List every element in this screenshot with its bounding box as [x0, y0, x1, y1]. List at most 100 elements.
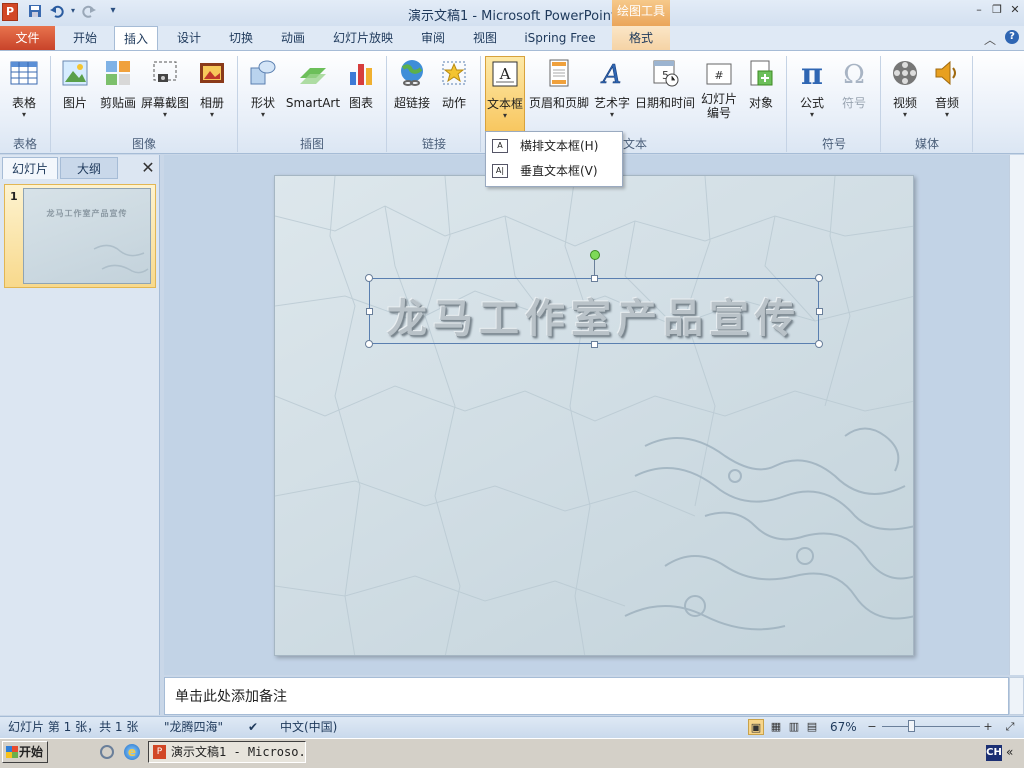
- normal-view-icon[interactable]: ▣: [748, 719, 764, 735]
- slide-thumbnail-title: 龙马工作室产品宣传: [46, 208, 128, 218]
- screenshot-button[interactable]: 屏幕截图 ▾: [140, 56, 190, 126]
- language-status[interactable]: 中文(中国): [280, 719, 337, 735]
- chart-button[interactable]: 图表: [344, 56, 378, 126]
- drawing-tools-context-label: 绘图工具: [612, 0, 670, 26]
- header-footer-button[interactable]: 页眉和页脚: [528, 56, 590, 126]
- symbol-button[interactable]: Ω 符号: [836, 56, 872, 126]
- tab-format[interactable]: 格式: [612, 26, 670, 50]
- notes-placeholder[interactable]: 单击此处添加备注: [175, 686, 287, 706]
- photo-album-icon: [200, 63, 224, 83]
- film-reel-icon: [893, 61, 917, 85]
- resize-handle-bottom-left[interactable]: [365, 340, 373, 348]
- video-button[interactable]: 视频 ▾: [886, 56, 924, 126]
- omega-icon: Ω: [843, 60, 865, 88]
- tab-animations[interactable]: 动画: [272, 26, 314, 50]
- equation-button[interactable]: π 公式 ▾: [794, 56, 830, 126]
- smartart-button[interactable]: SmartArt: [284, 56, 342, 126]
- close-button[interactable]: ✕: [1008, 4, 1022, 16]
- slide-thumbnail-number: 1: [10, 190, 18, 203]
- resize-handle-top-right[interactable]: [815, 274, 823, 282]
- menu-item-vertical-textbox[interactable]: A| 垂直文本框(V): [486, 159, 620, 183]
- tab-review[interactable]: 审阅: [412, 26, 454, 50]
- tab-outline[interactable]: 大纲: [60, 157, 118, 179]
- wordart-icon: A: [600, 60, 622, 88]
- vertical-textbox-icon: A|: [492, 164, 508, 178]
- svg-text:Ω: Ω: [843, 60, 865, 88]
- clipart-button[interactable]: 剪贴画: [96, 56, 140, 126]
- action-button[interactable]: 动作: [436, 56, 472, 126]
- chart-icon: [350, 64, 372, 85]
- slide-sorter-view-icon[interactable]: ▦: [768, 719, 784, 735]
- group-separator: [480, 56, 481, 152]
- vertical-scrollbar[interactable]: [1009, 155, 1024, 675]
- menu-item-horizontal-textbox[interactable]: A 横排文本框(H): [486, 134, 620, 158]
- zoom-in-button[interactable]: +: [980, 719, 996, 735]
- shapes-button[interactable]: 形状 ▾: [244, 56, 282, 126]
- tray-expand-icon[interactable]: «: [1006, 745, 1013, 759]
- tab-transitions[interactable]: 切换: [220, 26, 262, 50]
- powerpoint-taskbar-icon: P: [153, 745, 166, 759]
- spell-check-icon[interactable]: ✔: [248, 719, 258, 735]
- theme-name-status[interactable]: "龙腾四海": [164, 719, 223, 735]
- help-icon[interactable]: ?: [1005, 30, 1019, 44]
- rotation-handle[interactable]: [590, 250, 600, 260]
- tab-view[interactable]: 视图: [464, 26, 506, 50]
- datetime-button[interactable]: 5 日期和时间: [634, 56, 696, 126]
- group-label-media: 媒体: [914, 137, 939, 151]
- resize-handle-bottom[interactable]: [591, 341, 598, 348]
- textbox-icon: A: [492, 61, 518, 87]
- group-label-table: 表格: [12, 137, 37, 151]
- wordart-button[interactable]: A 艺术字 ▾: [592, 56, 632, 126]
- zoom-level[interactable]: 67%: [830, 719, 857, 735]
- restore-button[interactable]: ❐: [990, 4, 1004, 16]
- picture-icon: [62, 60, 88, 86]
- zoom-slider-track[interactable]: [882, 726, 980, 727]
- reading-view-icon[interactable]: ▥: [786, 719, 802, 735]
- resize-handle-top[interactable]: [591, 275, 598, 282]
- tab-design[interactable]: 设计: [168, 26, 210, 50]
- tab-ispring[interactable]: iSpring Free: [518, 26, 602, 50]
- notes-pane[interactable]: [164, 677, 1009, 715]
- textbox-button[interactable]: A 文本框 ▾: [485, 56, 525, 132]
- picture-button[interactable]: 图片: [56, 56, 94, 126]
- close-panel-button[interactable]: ✕: [138, 158, 158, 178]
- svg-text:A: A: [601, 60, 622, 88]
- slide-canvas[interactable]: [274, 175, 914, 656]
- window-title: 演示文稿1 - Microsoft PowerPoint: [407, 9, 617, 24]
- resize-handle-bottom-right[interactable]: [815, 340, 823, 348]
- globe-link-icon: [401, 60, 423, 86]
- tab-slides[interactable]: 幻灯片: [2, 157, 58, 179]
- input-method-indicator[interactable]: CH: [986, 745, 1002, 761]
- resize-handle-left[interactable]: [366, 308, 373, 315]
- fit-to-window-icon[interactable]: ⤢: [1002, 719, 1018, 735]
- slideshow-view-icon[interactable]: ▤: [804, 719, 820, 735]
- object-button[interactable]: 对象: [744, 56, 778, 126]
- resize-handle-top-left[interactable]: [365, 274, 373, 282]
- slide-number-button[interactable]: # 幻灯片编号: [697, 56, 741, 126]
- table-button[interactable]: 表格 ▾: [4, 56, 44, 126]
- group-separator: [786, 56, 787, 152]
- zoom-out-button[interactable]: −: [864, 719, 880, 735]
- resize-handle-right[interactable]: [816, 308, 823, 315]
- group-label-symbols: 符号: [821, 137, 846, 151]
- dragon-illustration: [624, 427, 913, 631]
- taskbar-powerpoint-window[interactable]: 演示文稿1 - Microso...: [148, 741, 306, 763]
- tab-file[interactable]: 文件: [0, 26, 55, 50]
- minimize-ribbon-icon[interactable]: ︿: [984, 31, 996, 48]
- photo-album-button[interactable]: 相册 ▾: [194, 56, 230, 126]
- zoom-slider-thumb[interactable]: [908, 720, 915, 732]
- audio-button[interactable]: 音频 ▾: [928, 56, 966, 126]
- screenshot-icon: [153, 61, 177, 82]
- quicklaunch-app-icon[interactable]: [100, 745, 114, 759]
- speaker-icon: [935, 60, 956, 86]
- tab-slideshow[interactable]: 幻灯片放映: [328, 26, 398, 50]
- slide-thumbnail[interactable]: [23, 188, 151, 284]
- notes-scrollbar[interactable]: [1009, 677, 1024, 715]
- slide-title-text[interactable]: 龙马工作室产品宣传: [369, 286, 819, 344]
- tab-insert[interactable]: 插入: [114, 26, 158, 50]
- tab-home[interactable]: 开始: [62, 26, 108, 50]
- internet-explorer-icon[interactable]: e: [124, 744, 140, 760]
- shapes-icon: [250, 60, 276, 85]
- hyperlink-button[interactable]: 超链接: [390, 56, 434, 126]
- minimize-button[interactable]: –: [972, 4, 986, 16]
